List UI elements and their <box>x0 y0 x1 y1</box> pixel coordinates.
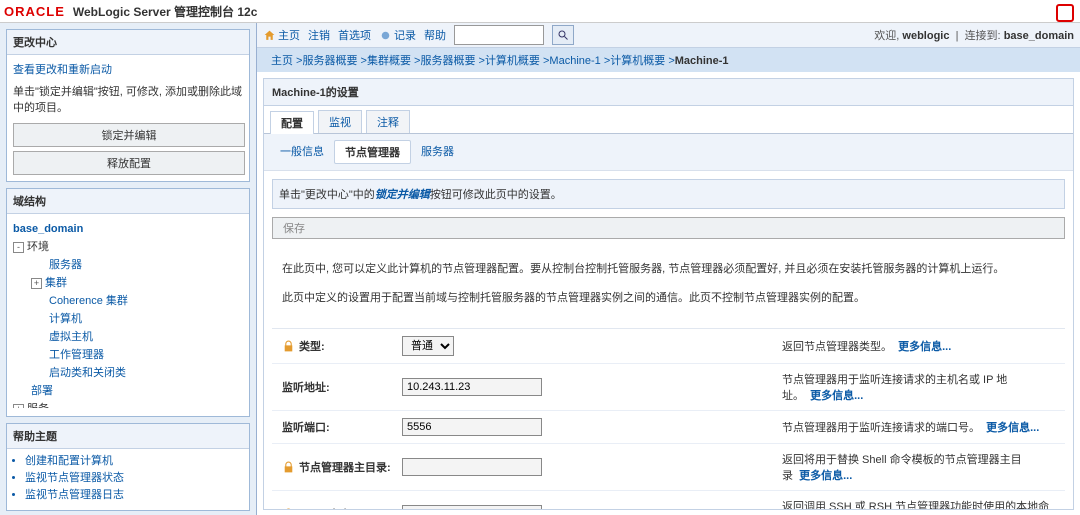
subtab-nodemanager[interactable]: 节点管理器 <box>334 140 411 164</box>
search-input[interactable] <box>454 25 544 45</box>
shell-command-input[interactable] <box>402 505 542 510</box>
more-info-home[interactable]: 更多信息... <box>799 470 852 482</box>
plus-icon[interactable]: + <box>13 404 24 408</box>
release-config-button[interactable]: 释放配置 <box>13 151 245 175</box>
row-listen-address: 监听地址: 节点管理器用于监听连接请求的主机名或 IP 地址。 更多信息... <box>272 364 1065 411</box>
subtab-general[interactable]: 一般信息 <box>270 140 334 164</box>
form: 类型: 普通 返回节点管理器类型。 更多信息... 监听地址: 节点管理器用于监… <box>272 328 1065 510</box>
domain-tree[interactable]: base_domain -环境 服务器 +集群 Coherence 集群 计算机… <box>7 214 249 408</box>
tree-root[interactable]: base_domain <box>13 220 243 238</box>
panel-title: Machine-1的设置 <box>264 79 1073 106</box>
plus-icon[interactable]: + <box>31 278 42 289</box>
help-box: 帮助主题 创建和配置计算机 监视节点管理器状态 监视节点管理器日志 <box>6 423 250 511</box>
row-shell: Shell 命令: 返回调用 SSH 或 RSH 节点管理器功能时使用的本地命令… <box>272 491 1065 510</box>
lock-edit-button[interactable]: 锁定并编辑 <box>13 123 245 147</box>
lock-message: 单击"更改中心"中的锁定并编辑按钮可修改此页中的设置。 <box>272 179 1065 209</box>
view-changes-link[interactable]: 查看更改和重新启动 <box>13 64 112 76</box>
row-listen-port: 监听端口: 节点管理器用于监听连接请求的端口号。 更多信息... <box>272 411 1065 444</box>
breadcrumb: 主页 >服务器概要 >集群概要 >服务器概要 >计算机概要 >Machine-1… <box>257 48 1080 72</box>
help-link[interactable]: 帮助 <box>424 27 446 43</box>
crumb-a[interactable]: 服务器概要 <box>302 55 357 67</box>
page-description: 在此页中, 您可以定义此计算机的节点管理器配置。要从控制台控制托管服务器, 节点… <box>264 245 1073 322</box>
help-link-monitor-nm-status[interactable]: 监视节点管理器状态 <box>25 472 124 484</box>
crumb-home[interactable]: 主页 <box>271 55 293 67</box>
search-button[interactable] <box>552 25 574 45</box>
tree-services[interactable]: 服务 <box>27 403 49 408</box>
tree-work-managers[interactable]: 工作管理器 <box>13 346 243 364</box>
tree-deploy[interactable]: 部署 <box>13 382 243 400</box>
tree-machines[interactable]: 计算机 <box>13 310 243 328</box>
domain-structure-title: 域结构 <box>7 189 249 214</box>
app-title: WebLogic Server 管理控制台 12c <box>73 3 258 20</box>
tab-monitor[interactable]: 监视 <box>318 110 362 133</box>
domain-structure-box: 域结构 base_domain -环境 服务器 +集群 Coherence 集群… <box>6 188 250 417</box>
tree-vhosts[interactable]: 虚拟主机 <box>13 328 243 346</box>
listen-port-input[interactable] <box>402 418 542 436</box>
record-link[interactable]: 记录 <box>379 27 416 43</box>
row-nm-home: 节点管理器主目录: 返回将用于替换 Shell 命令模板的节点管理器主目录 更多… <box>272 444 1065 491</box>
crumb-b[interactable]: 集群概要 <box>367 55 411 67</box>
help-title: 帮助主题 <box>7 424 249 449</box>
save-button[interactable]: 保存 <box>272 217 1065 239</box>
logout-link[interactable]: 注销 <box>308 27 330 43</box>
crumb-f[interactable]: 计算机概要 <box>610 55 665 67</box>
toolbar: 主页 注销 首选项 记录 帮助 欢迎, weblogic | 连接到: base… <box>257 23 1080 48</box>
type-select[interactable]: 普通 <box>402 336 454 356</box>
crumb-g: Machine-1 <box>675 55 729 67</box>
subtab-servers[interactable]: 服务器 <box>411 140 464 164</box>
lock-icon <box>282 508 295 511</box>
crumb-e[interactable]: Machine-1 <box>549 55 600 67</box>
subtabs: 一般信息 节点管理器 服务器 <box>264 134 1073 171</box>
tabs: 配置 监视 注释 <box>264 106 1073 134</box>
tree-env[interactable]: 环境 <box>27 241 49 253</box>
crumb-d[interactable]: 计算机概要 <box>485 55 540 67</box>
tree-startup[interactable]: 启动类和关闭类 <box>13 364 243 382</box>
oracle-o-icon <box>1056 4 1074 22</box>
row-type: 类型: 普通 返回节点管理器类型。 更多信息... <box>272 329 1065 364</box>
change-center-title: 更改中心 <box>7 30 249 55</box>
record-icon <box>379 29 392 42</box>
more-info-addr[interactable]: 更多信息... <box>810 390 863 402</box>
crumb-c[interactable]: 服务器概要 <box>420 55 475 67</box>
help-link-create-machine[interactable]: 创建和配置计算机 <box>25 455 113 467</box>
tab-notes[interactable]: 注释 <box>366 110 410 133</box>
change-center-box: 更改中心 查看更改和重新启动 单击"锁定并编辑"按钮, 可修改, 添加或删除此域… <box>6 29 250 182</box>
brand-bar: ORACLE WebLogic Server 管理控制台 12c <box>0 0 1080 23</box>
tree-servers[interactable]: 服务器 <box>13 256 243 274</box>
more-info-type[interactable]: 更多信息... <box>898 341 951 353</box>
home-link[interactable]: 主页 <box>263 27 300 43</box>
lock-icon <box>282 340 295 353</box>
home-icon <box>263 29 276 42</box>
nm-home-input[interactable] <box>402 458 542 476</box>
listen-address-input[interactable] <box>402 378 542 396</box>
user-info: 欢迎, weblogic | 连接到: base_domain <box>874 27 1074 43</box>
minus-icon[interactable]: - <box>13 242 24 253</box>
search-icon <box>557 29 569 41</box>
tree-coherence[interactable]: Coherence 集群 <box>13 292 243 310</box>
tab-config[interactable]: 配置 <box>270 111 314 134</box>
more-info-port[interactable]: 更多信息... <box>986 422 1039 434</box>
help-link-monitor-nm-log[interactable]: 监视节点管理器日志 <box>25 489 124 501</box>
tree-clusters[interactable]: 集群 <box>45 277 67 289</box>
prefs-link[interactable]: 首选项 <box>338 27 371 43</box>
oracle-logo: ORACLE <box>4 4 65 19</box>
lock-icon <box>282 461 295 474</box>
change-center-desc: 单击"锁定并编辑"按钮, 可修改, 添加或删除此域中的项目。 <box>13 83 243 115</box>
